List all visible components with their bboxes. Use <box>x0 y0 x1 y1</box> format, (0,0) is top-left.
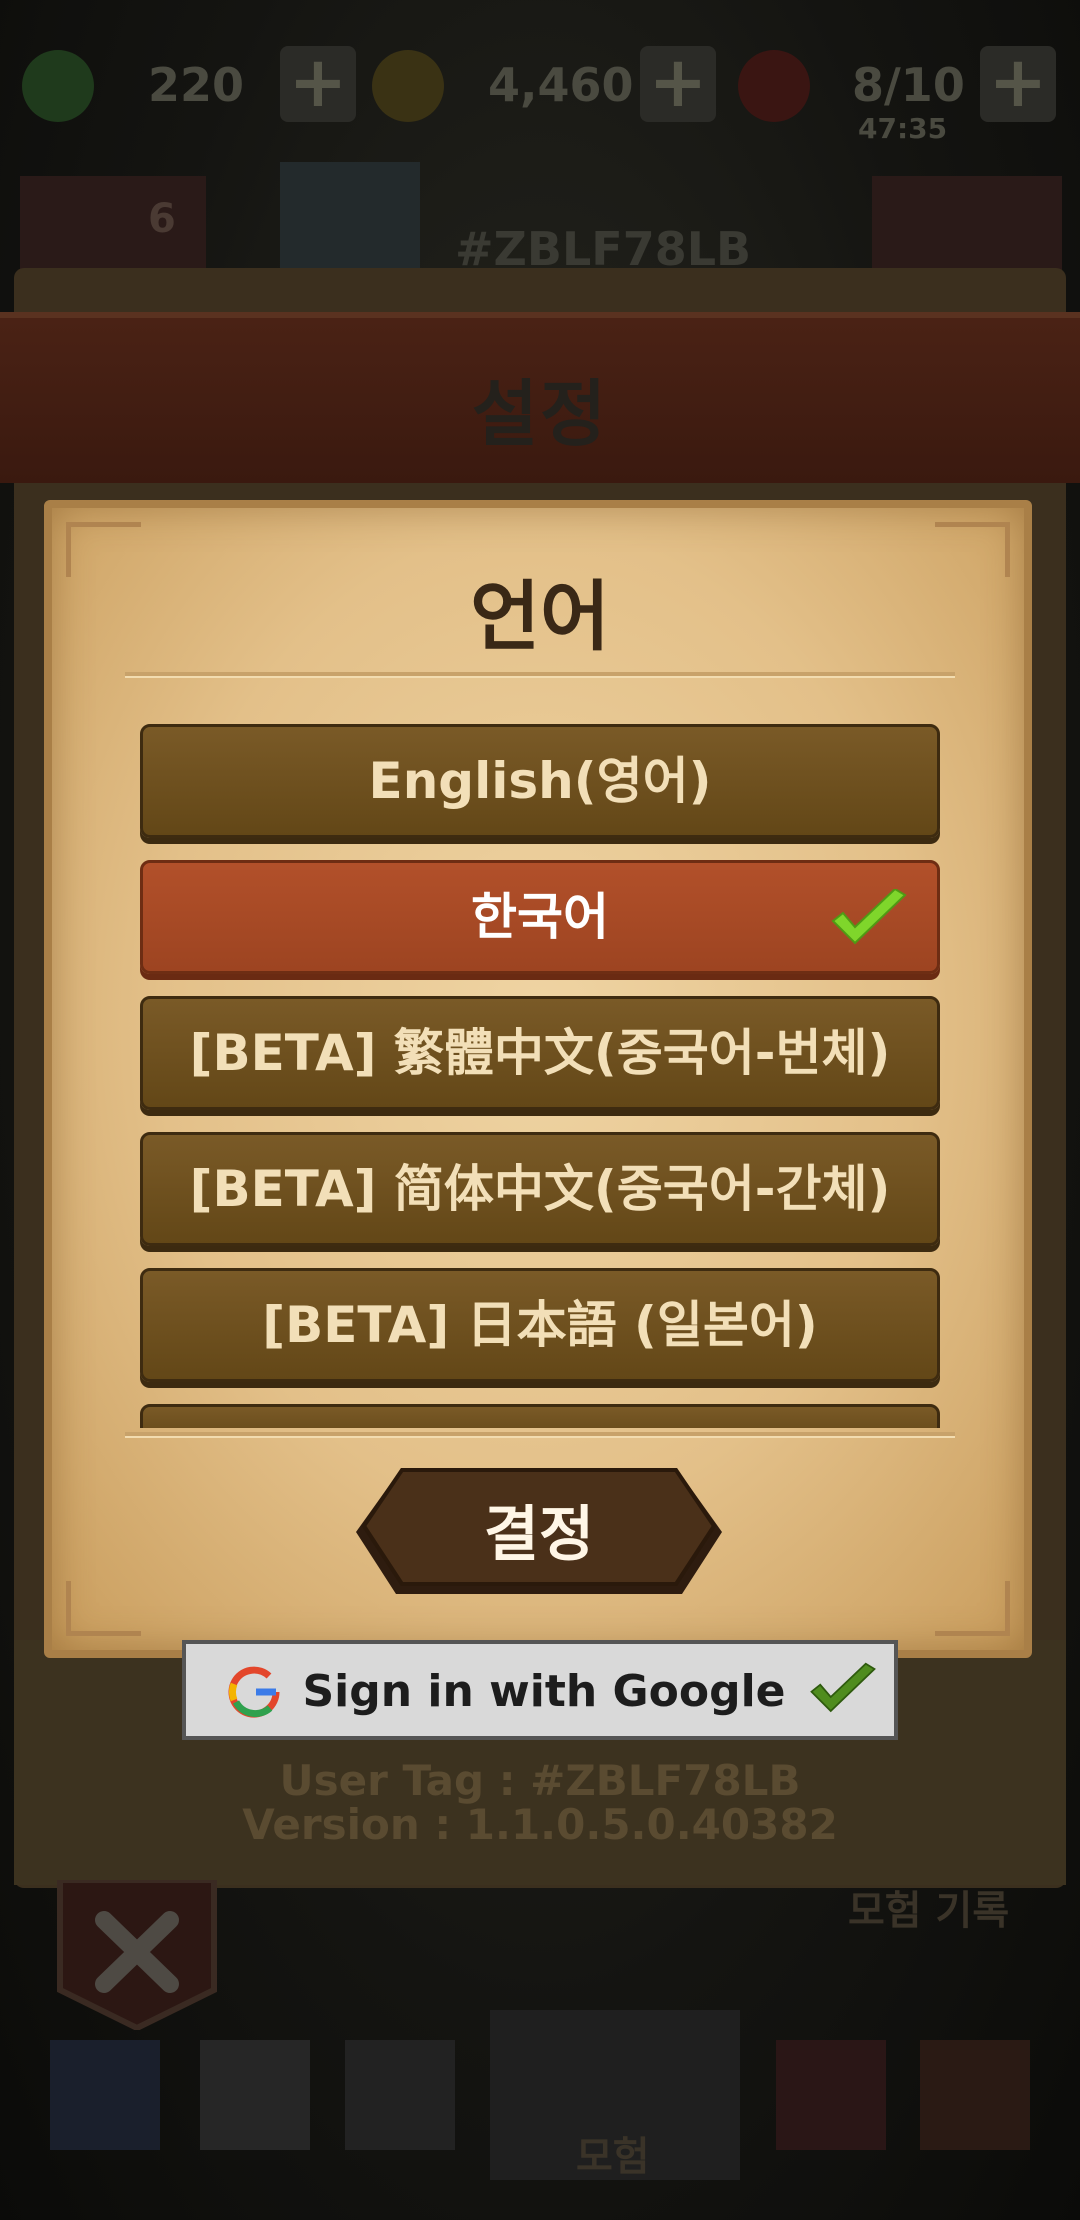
add-gems-button[interactable]: + <box>280 46 356 122</box>
creature-icon[interactable] <box>920 2040 1030 2150</box>
divider <box>125 672 955 678</box>
mail-count-badge: 6 <box>148 196 176 242</box>
corner-ornament <box>66 1581 141 1636</box>
language-option-korean[interactable]: 한국어 <box>140 860 940 974</box>
stamina-timer: 47:35 <box>858 112 948 145</box>
user-tag-text: User Tag : #ZBLF78LB <box>279 1756 801 1805</box>
language-label: English(영어) <box>368 752 712 810</box>
language-label: [BETA] 日本語 (일본어) <box>262 1296 818 1354</box>
gold-value: 4,460 <box>488 58 634 112</box>
language-option-japanese[interactable]: [BETA] 日本語 (일본어) <box>140 1268 940 1382</box>
heart-icon <box>738 50 810 122</box>
language-section-title: 언어 <box>470 572 610 661</box>
google-sign-in-label: Sign in with Google <box>302 1666 786 1717</box>
stamina-value: 8/10 <box>852 58 965 112</box>
checkmark-icon <box>810 1662 876 1713</box>
language-option-simplified-chinese[interactable]: [BETA] 简体中文(중국어-간체) <box>140 1132 940 1246</box>
language-label: [BETA] 繁體中文(중국어-번체) <box>189 1024 891 1082</box>
top-hud: 220 + 4,460 + 8/10 47:35 + <box>0 40 1080 145</box>
helmet-icon[interactable] <box>200 2040 310 2150</box>
language-option-english[interactable]: English(영어) <box>140 724 940 838</box>
clover-icon <box>22 50 94 122</box>
target-icon[interactable] <box>776 2040 886 2150</box>
checkmark-icon <box>831 889 907 945</box>
book-icon[interactable] <box>50 2040 160 2150</box>
swords-icon[interactable] <box>345 2040 455 2150</box>
settings-title: 설정 <box>471 372 609 456</box>
gold-coin-icon <box>372 50 444 122</box>
version-text: Version : 1.1.0.5.0.40382 <box>242 1800 838 1849</box>
add-stamina-button[interactable]: + <box>980 46 1056 122</box>
language-label: 한국어 <box>471 888 609 946</box>
language-option-traditional-chinese[interactable]: [BETA] 繁體中文(중국어-번체) <box>140 996 940 1110</box>
language-label: [BETA] 简体中文(중국어-간체) <box>189 1160 891 1218</box>
adventure-label: 모험 <box>576 2134 650 2180</box>
divider <box>125 1432 955 1438</box>
google-sign-in-button[interactable]: Sign in with Google <box>182 1640 898 1740</box>
confirm-label: 결정 <box>483 1500 595 1570</box>
language-list[interactable]: English(영어) 한국어 [BETA] 繁體中文(중국어-번체) [BET… <box>140 724 940 1428</box>
add-gold-button[interactable]: + <box>640 46 716 122</box>
adventure-log-label[interactable]: 모험 기록 <box>848 1878 1009 1936</box>
gems-value: 220 <box>148 58 245 112</box>
corner-ornament <box>935 1581 1010 1636</box>
close-button[interactable] <box>54 1880 220 2030</box>
language-option-partial[interactable] <box>140 1404 940 1428</box>
